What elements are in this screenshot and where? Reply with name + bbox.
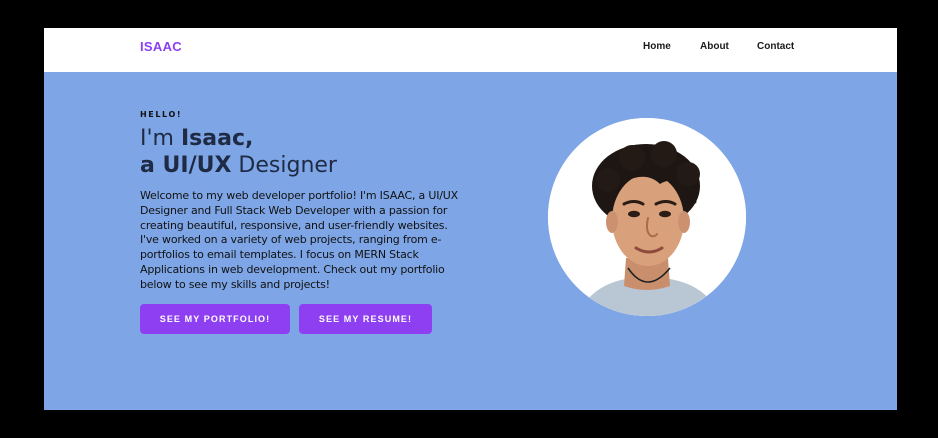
navbar: ISAAC Home About Contact	[44, 28, 897, 72]
site-logo[interactable]: ISAAC	[140, 39, 182, 55]
see-resume-button[interactable]: SEE MY RESUME!	[299, 304, 432, 334]
headline-role: UI/UX	[162, 153, 232, 178]
nav-link-about[interactable]: About	[700, 41, 729, 53]
hero-greeting: HELLO!	[140, 110, 183, 119]
hero-intro-text: Welcome to my web developer portfolio! I…	[140, 189, 458, 291]
hero-headline: I'm Isaac, a UI/UX Designer	[140, 125, 337, 179]
headline-name: Isaac,	[180, 126, 254, 151]
headline-role-suffix: Designer	[231, 153, 337, 178]
nav-link-contact[interactable]: Contact	[757, 41, 794, 53]
headline-article: a	[140, 153, 163, 178]
page-frame: ISAAC Home About Contact HELLO! I'm Isaa…	[44, 28, 897, 410]
see-portfolio-button[interactable]: SEE MY PORTFOLIO!	[140, 304, 290, 334]
profile-photo-icon	[548, 118, 746, 316]
nav-link-home[interactable]: Home	[643, 41, 671, 53]
headline-prefix: I'm	[140, 126, 181, 151]
profile-photo	[548, 118, 746, 316]
